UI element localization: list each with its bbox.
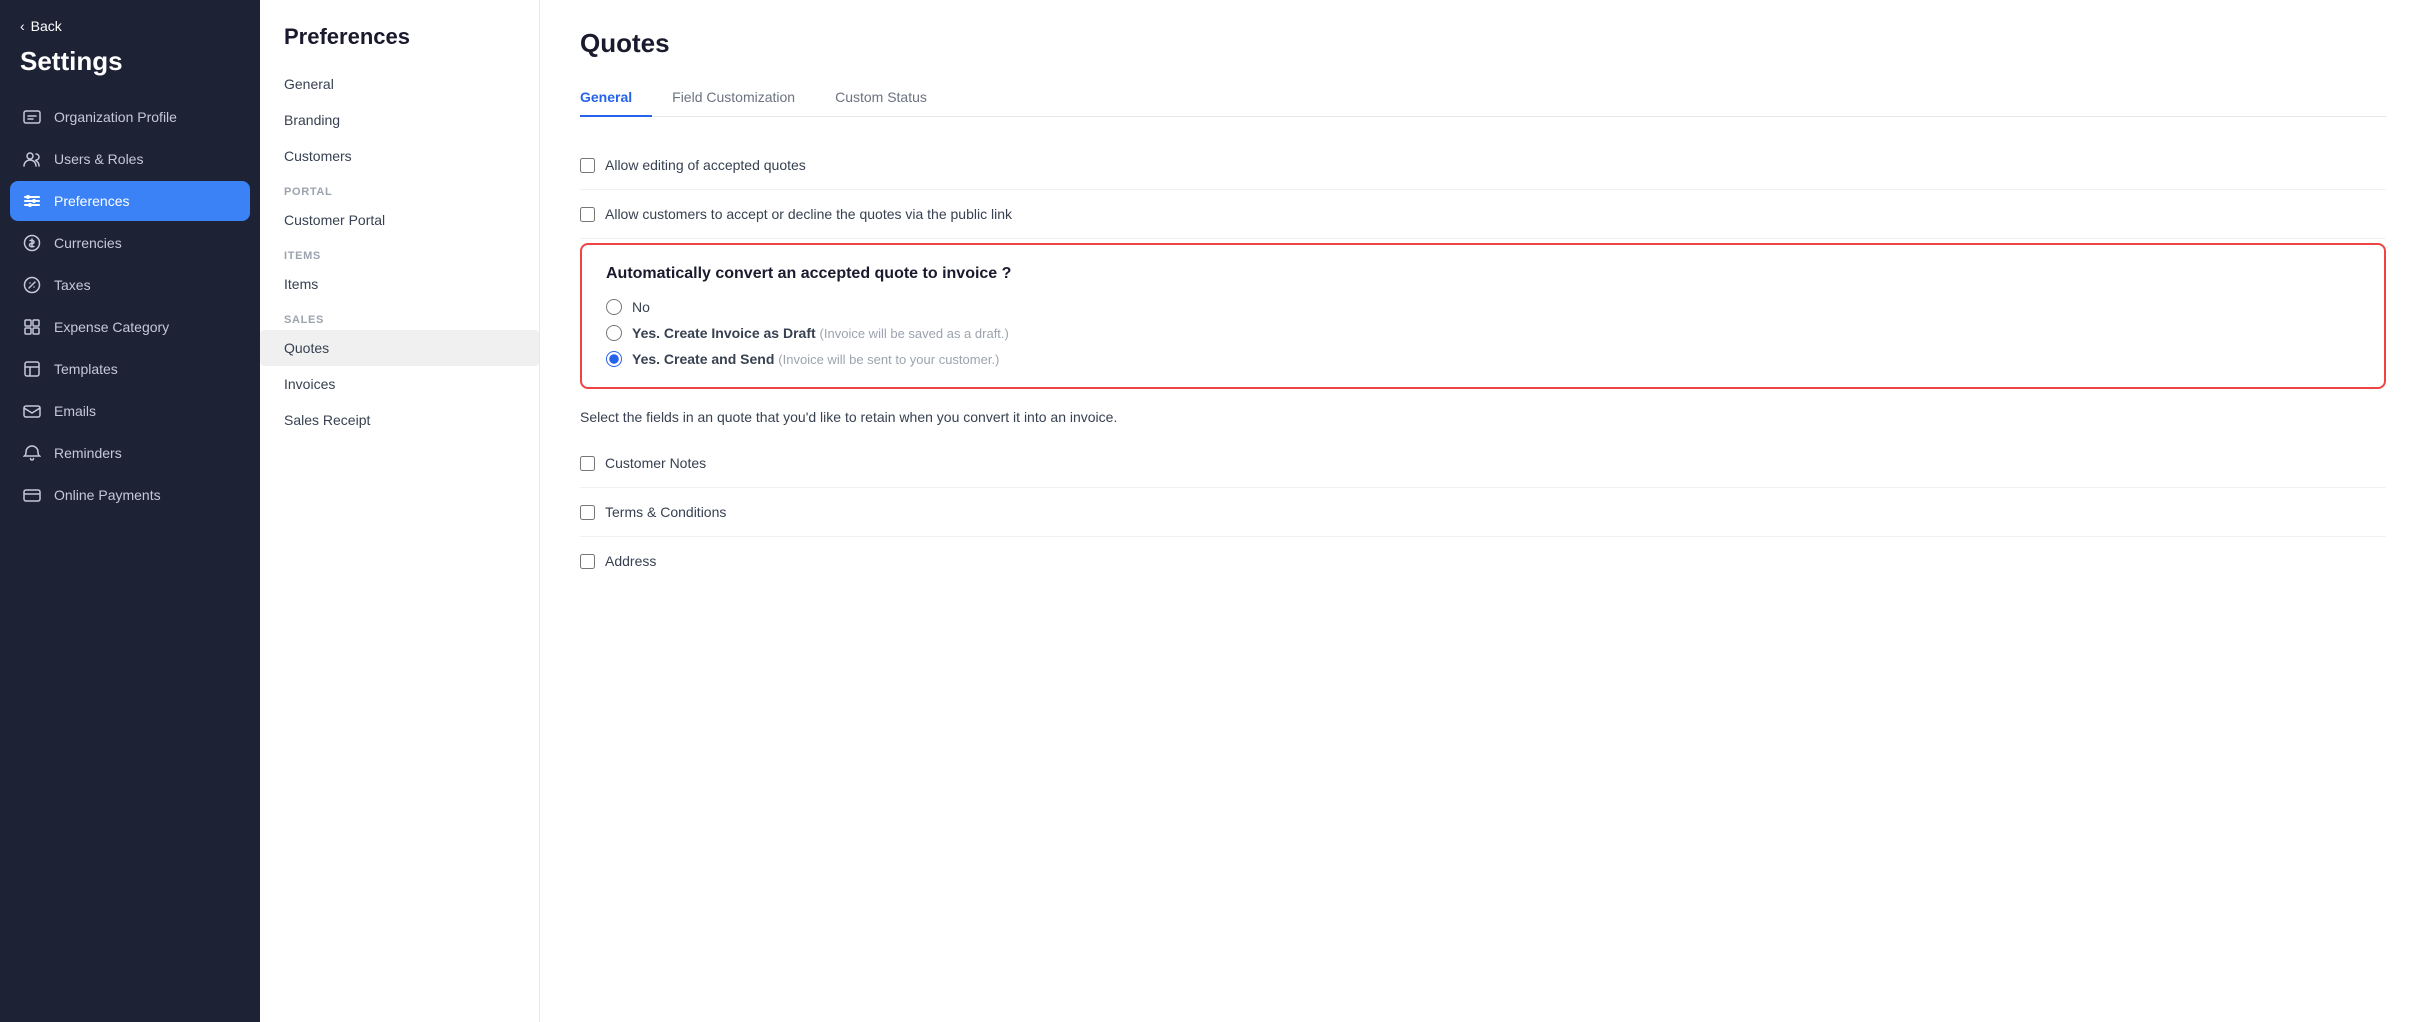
sidebar-item-org-profile[interactable]: Organization Profile (10, 97, 250, 137)
main-content: Quotes General Field Customization Custo… (540, 0, 2426, 1022)
reminders-icon (22, 443, 42, 463)
allow-customers-row: Allow customers to accept or decline the… (580, 190, 2386, 239)
tab-field-customization[interactable]: Field Customization (672, 79, 815, 117)
radio-no[interactable] (606, 299, 622, 315)
radio-draft-label[interactable]: Yes. Create Invoice as Draft (Invoice wi… (606, 325, 2360, 341)
items-section-label: ITEMS (260, 238, 539, 266)
allow-editing-checkbox[interactable] (580, 158, 595, 173)
sidebar-item-templates[interactable]: Templates (10, 349, 250, 389)
address-label[interactable]: Address (580, 553, 656, 569)
back-button[interactable]: ‹ Back (0, 0, 260, 42)
allow-customers-checkbox[interactable] (580, 207, 595, 222)
radio-draft[interactable] (606, 325, 622, 341)
radio-send-label[interactable]: Yes. Create and Send (Invoice will be se… (606, 351, 2360, 367)
expense-icon (22, 317, 42, 337)
sidebar-item-label: Users & Roles (54, 151, 143, 167)
currencies-icon (22, 233, 42, 253)
customer-notes-checkbox[interactable] (580, 456, 595, 471)
tab-custom-status[interactable]: Custom Status (835, 79, 947, 117)
sidebar-item-users-roles[interactable]: Users & Roles (10, 139, 250, 179)
middle-panel: Preferences General Branding Customers P… (260, 0, 540, 1022)
customer-notes-text: Customer Notes (605, 455, 706, 471)
allow-customers-text: Allow customers to accept or decline the… (605, 206, 1012, 222)
sidebar-item-label: Taxes (54, 277, 91, 293)
taxes-icon (22, 275, 42, 295)
sidebar-item-label: Templates (54, 361, 118, 377)
auto-convert-title: Automatically convert an accepted quote … (606, 265, 2360, 283)
radio-send[interactable] (606, 351, 622, 367)
radio-group: No Yes. Create Invoice as Draft (Invoice… (606, 299, 2360, 367)
allow-editing-text: Allow editing of accepted quotes (605, 157, 806, 173)
radio-no-text: No (632, 299, 650, 315)
sales-section-label: SALES (260, 302, 539, 330)
preferences-icon (22, 191, 42, 211)
sidebar-item-label: Currencies (54, 235, 122, 251)
users-icon (22, 149, 42, 169)
sidebar-item-label: Online Payments (54, 487, 161, 503)
online-payments-icon (22, 485, 42, 505)
radio-send-text: Yes. Create and Send (Invoice will be se… (632, 351, 999, 367)
sidebar-title: Settings (0, 42, 260, 97)
allow-editing-row: Allow editing of accepted quotes (580, 141, 2386, 190)
middle-item-branding[interactable]: Branding (260, 102, 539, 138)
middle-item-customers[interactable]: Customers (260, 138, 539, 174)
middle-panel-title: Preferences (260, 0, 539, 66)
middle-item-sales-receipt[interactable]: Sales Receipt (260, 402, 539, 438)
templates-icon (22, 359, 42, 379)
allow-customers-label[interactable]: Allow customers to accept or decline the… (580, 206, 1012, 222)
tab-general[interactable]: General (580, 79, 652, 117)
sidebar: ‹ Back Settings Organization Profile Use… (0, 0, 260, 1022)
middle-item-customer-portal[interactable]: Customer Portal (260, 202, 539, 238)
org-profile-icon (22, 107, 42, 127)
terms-label[interactable]: Terms & Conditions (580, 504, 726, 520)
middle-item-invoices[interactable]: Invoices (260, 366, 539, 402)
sidebar-nav: Organization Profile Users & Roles Prefe… (0, 97, 260, 515)
sidebar-item-label: Emails (54, 403, 96, 419)
sidebar-item-online-payments[interactable]: Online Payments (10, 475, 250, 515)
terms-checkbox[interactable] (580, 505, 595, 520)
customer-notes-row: Customer Notes (580, 439, 2386, 488)
sidebar-item-preferences[interactable]: Preferences (10, 181, 250, 221)
sidebar-item-label: Reminders (54, 445, 122, 461)
address-row: Address (580, 537, 2386, 585)
address-checkbox[interactable] (580, 554, 595, 569)
back-label: Back (31, 18, 62, 34)
retain-label: Select the fields in an quote that you'd… (580, 409, 2386, 425)
address-text: Address (605, 553, 656, 569)
middle-item-quotes[interactable]: Quotes (260, 330, 539, 366)
auto-convert-box: Automatically convert an accepted quote … (580, 243, 2386, 389)
terms-text: Terms & Conditions (605, 504, 726, 520)
allow-editing-label[interactable]: Allow editing of accepted quotes (580, 157, 806, 173)
page-title: Quotes (580, 28, 2386, 59)
radio-no-label[interactable]: No (606, 299, 2360, 315)
radio-draft-text: Yes. Create Invoice as Draft (Invoice wi… (632, 325, 1009, 341)
tabs: General Field Customization Custom Statu… (580, 79, 2386, 117)
customer-notes-label[interactable]: Customer Notes (580, 455, 706, 471)
back-arrow-icon: ‹ (20, 18, 25, 34)
terms-row: Terms & Conditions (580, 488, 2386, 537)
sidebar-item-emails[interactable]: Emails (10, 391, 250, 431)
sidebar-item-label: Preferences (54, 193, 129, 209)
sidebar-item-label: Expense Category (54, 319, 169, 335)
sidebar-item-reminders[interactable]: Reminders (10, 433, 250, 473)
middle-item-general[interactable]: General (260, 66, 539, 102)
sidebar-item-taxes[interactable]: Taxes (10, 265, 250, 305)
sidebar-item-currencies[interactable]: Currencies (10, 223, 250, 263)
middle-item-items[interactable]: Items (260, 266, 539, 302)
sidebar-item-label: Organization Profile (54, 109, 177, 125)
emails-icon (22, 401, 42, 421)
portal-section-label: PORTAL (260, 174, 539, 202)
sidebar-item-expense-category[interactable]: Expense Category (10, 307, 250, 347)
